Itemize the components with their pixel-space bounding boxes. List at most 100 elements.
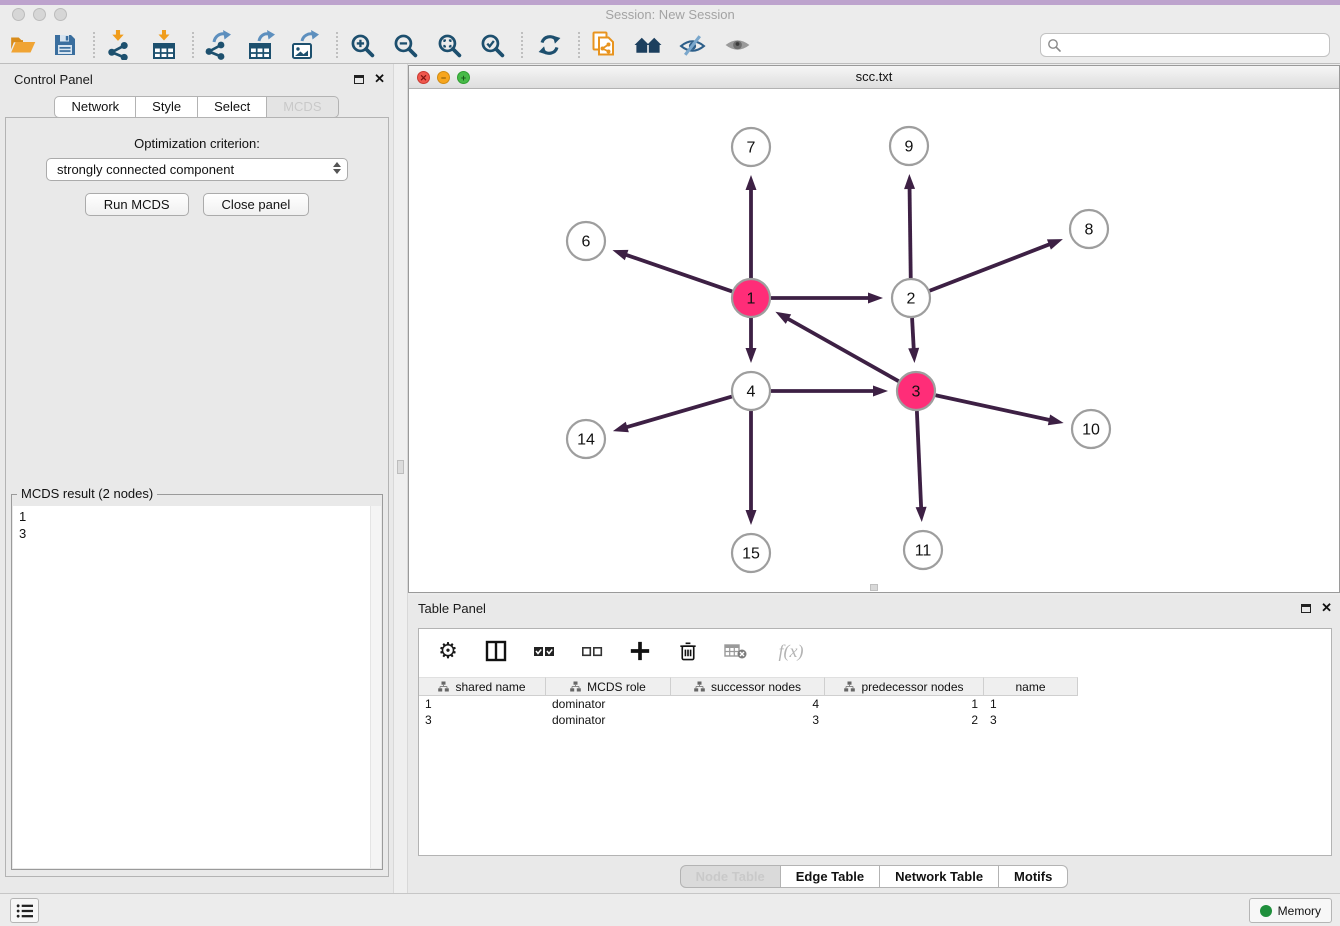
zoom-fit-button[interactable] — [432, 29, 466, 61]
tab-node-table[interactable]: Node Table — [680, 865, 781, 888]
window-title: Session: New Session — [0, 7, 1340, 22]
trash-icon — [677, 640, 699, 662]
first-neighbors-button[interactable] — [631, 29, 665, 61]
table-cell[interactable]: 3 — [984, 712, 1078, 728]
clone-network-icon — [590, 31, 618, 59]
tab-mcds[interactable]: MCDS — [267, 96, 338, 118]
export-table-button[interactable] — [244, 29, 278, 61]
export-table-icon — [247, 30, 275, 60]
graph-edge-arrowhead — [868, 293, 883, 304]
graph-edge-2-3[interactable] — [912, 318, 914, 351]
network-resize-handle[interactable] — [870, 584, 878, 591]
tab-select[interactable]: Select — [198, 96, 267, 118]
graph-node-label-15: 15 — [742, 546, 760, 563]
refresh-layout-button[interactable] — [532, 29, 566, 61]
column-header-name[interactable]: name — [984, 677, 1078, 696]
panel-split-divider[interactable] — [393, 64, 408, 893]
table-row[interactable]: 1dominator411 — [419, 696, 1331, 712]
destroy-table-icon — [724, 641, 748, 661]
export-network-icon — [203, 30, 231, 60]
table-settings-button[interactable]: ⚙ — [435, 638, 461, 664]
table-panel-title: Table Panel — [418, 601, 486, 616]
table-row[interactable]: 3dominator323 — [419, 712, 1331, 728]
refresh-icon — [536, 32, 563, 58]
graph-edge-3-11[interactable] — [917, 411, 921, 510]
save-session-button[interactable] — [48, 29, 82, 61]
mcds-result-text: 1 3 — [19, 508, 26, 542]
memory-button[interactable]: Memory — [1249, 898, 1332, 923]
table-cell[interactable]: dominator — [546, 696, 671, 712]
column-header-shared-name[interactable]: shared name — [419, 677, 546, 696]
tab-style[interactable]: Style — [136, 96, 198, 118]
graph-edge-arrowhead — [916, 507, 927, 522]
show-all-button[interactable] — [720, 29, 754, 61]
open-session-button[interactable] — [6, 29, 40, 61]
float-table-panel-icon[interactable] — [1301, 604, 1311, 613]
result-scrollbar[interactable] — [370, 506, 381, 868]
criterion-dropdown[interactable]: strongly connected component — [46, 158, 348, 181]
window-titlebar: Session: New Session — [0, 5, 1340, 26]
zoom-in-button[interactable] — [345, 29, 379, 61]
network-canvas-svg[interactable]: 1234678910111415 — [409, 89, 1339, 592]
table-cell[interactable]: 4 — [671, 696, 825, 712]
table-cell[interactable]: 3 — [671, 712, 825, 728]
node-table-container: ⚙ — [418, 628, 1332, 856]
float-panel-icon[interactable] — [354, 75, 364, 84]
function-builder-button[interactable]: f(x) — [771, 638, 811, 664]
column-hierarchy-icon — [694, 681, 705, 692]
table-cell[interactable]: dominator — [546, 712, 671, 728]
node-table-body: 1dominator4113dominator323 — [419, 696, 1331, 728]
hide-selected-button[interactable] — [675, 29, 709, 61]
close-panel-button[interactable]: Close panel — [203, 193, 310, 216]
tab-edge-table[interactable]: Edge Table — [781, 865, 880, 888]
clone-network-button[interactable] — [587, 29, 621, 61]
add-column-button[interactable] — [627, 638, 653, 664]
task-history-button[interactable] — [10, 898, 39, 923]
graph-edge-arrowhead — [908, 348, 919, 363]
deselect-all-button[interactable] — [579, 638, 605, 664]
graph-edge-3-10[interactable] — [936, 395, 1052, 420]
table-cell[interactable]: 1 — [984, 696, 1078, 712]
graph-node-label-7: 7 — [747, 140, 756, 157]
run-mcds-button[interactable]: Run MCDS — [85, 193, 189, 216]
divider-grip-icon[interactable] — [397, 460, 404, 474]
column-header-successor-nodes[interactable]: successor nodes — [671, 677, 825, 696]
toolbar-separator — [192, 32, 194, 58]
tab-network[interactable]: Network — [54, 96, 136, 118]
zoom-out-button[interactable] — [388, 29, 422, 61]
tab-motifs[interactable]: Motifs — [999, 865, 1068, 888]
table-cell[interactable]: 3 — [419, 712, 546, 728]
search-box — [1040, 33, 1330, 57]
column-view-icon — [485, 640, 507, 662]
column-header-predecessor-nodes[interactable]: predecessor nodes — [825, 677, 984, 696]
select-all-button[interactable] — [531, 638, 557, 664]
graph-edge-4-14[interactable] — [624, 397, 731, 428]
graph-edge-2-8[interactable] — [930, 243, 1052, 290]
close-panel-icon[interactable]: ✕ — [374, 74, 385, 84]
table-cell[interactable]: 1 — [419, 696, 546, 712]
export-network-button[interactable] — [200, 29, 234, 61]
graph-edge-3-1[interactable] — [786, 318, 899, 382]
zoom-selected-button[interactable] — [475, 29, 509, 61]
tab-network-table[interactable]: Network Table — [880, 865, 999, 888]
graph-edge-arrowhead — [746, 175, 757, 190]
mcds-result-area[interactable]: 1 3 — [13, 506, 381, 868]
export-image-button[interactable] — [288, 29, 322, 61]
graph-edge-arrowhead — [746, 348, 757, 363]
close-table-panel-icon[interactable]: ✕ — [1321, 603, 1332, 613]
column-view-button[interactable] — [483, 638, 509, 664]
table-cell[interactable]: 2 — [825, 712, 984, 728]
column-header-MCDS-role[interactable]: MCDS role — [546, 677, 671, 696]
destroy-table-button[interactable] — [723, 638, 749, 664]
import-table-button[interactable] — [147, 29, 181, 61]
toolbar-separator — [578, 32, 580, 58]
graph-edge-1-6[interactable] — [624, 254, 732, 291]
delete-column-button[interactable] — [675, 638, 701, 664]
graph-edge-2-9[interactable] — [910, 186, 911, 278]
table-cell[interactable]: 1 — [825, 696, 984, 712]
graph-node-label-2: 2 — [907, 291, 916, 308]
control-panel-tabs: Network Style Select MCDS — [0, 96, 393, 118]
toolbar-separator — [93, 32, 95, 58]
search-input[interactable] — [1062, 36, 1329, 54]
import-network-button[interactable] — [101, 29, 135, 61]
